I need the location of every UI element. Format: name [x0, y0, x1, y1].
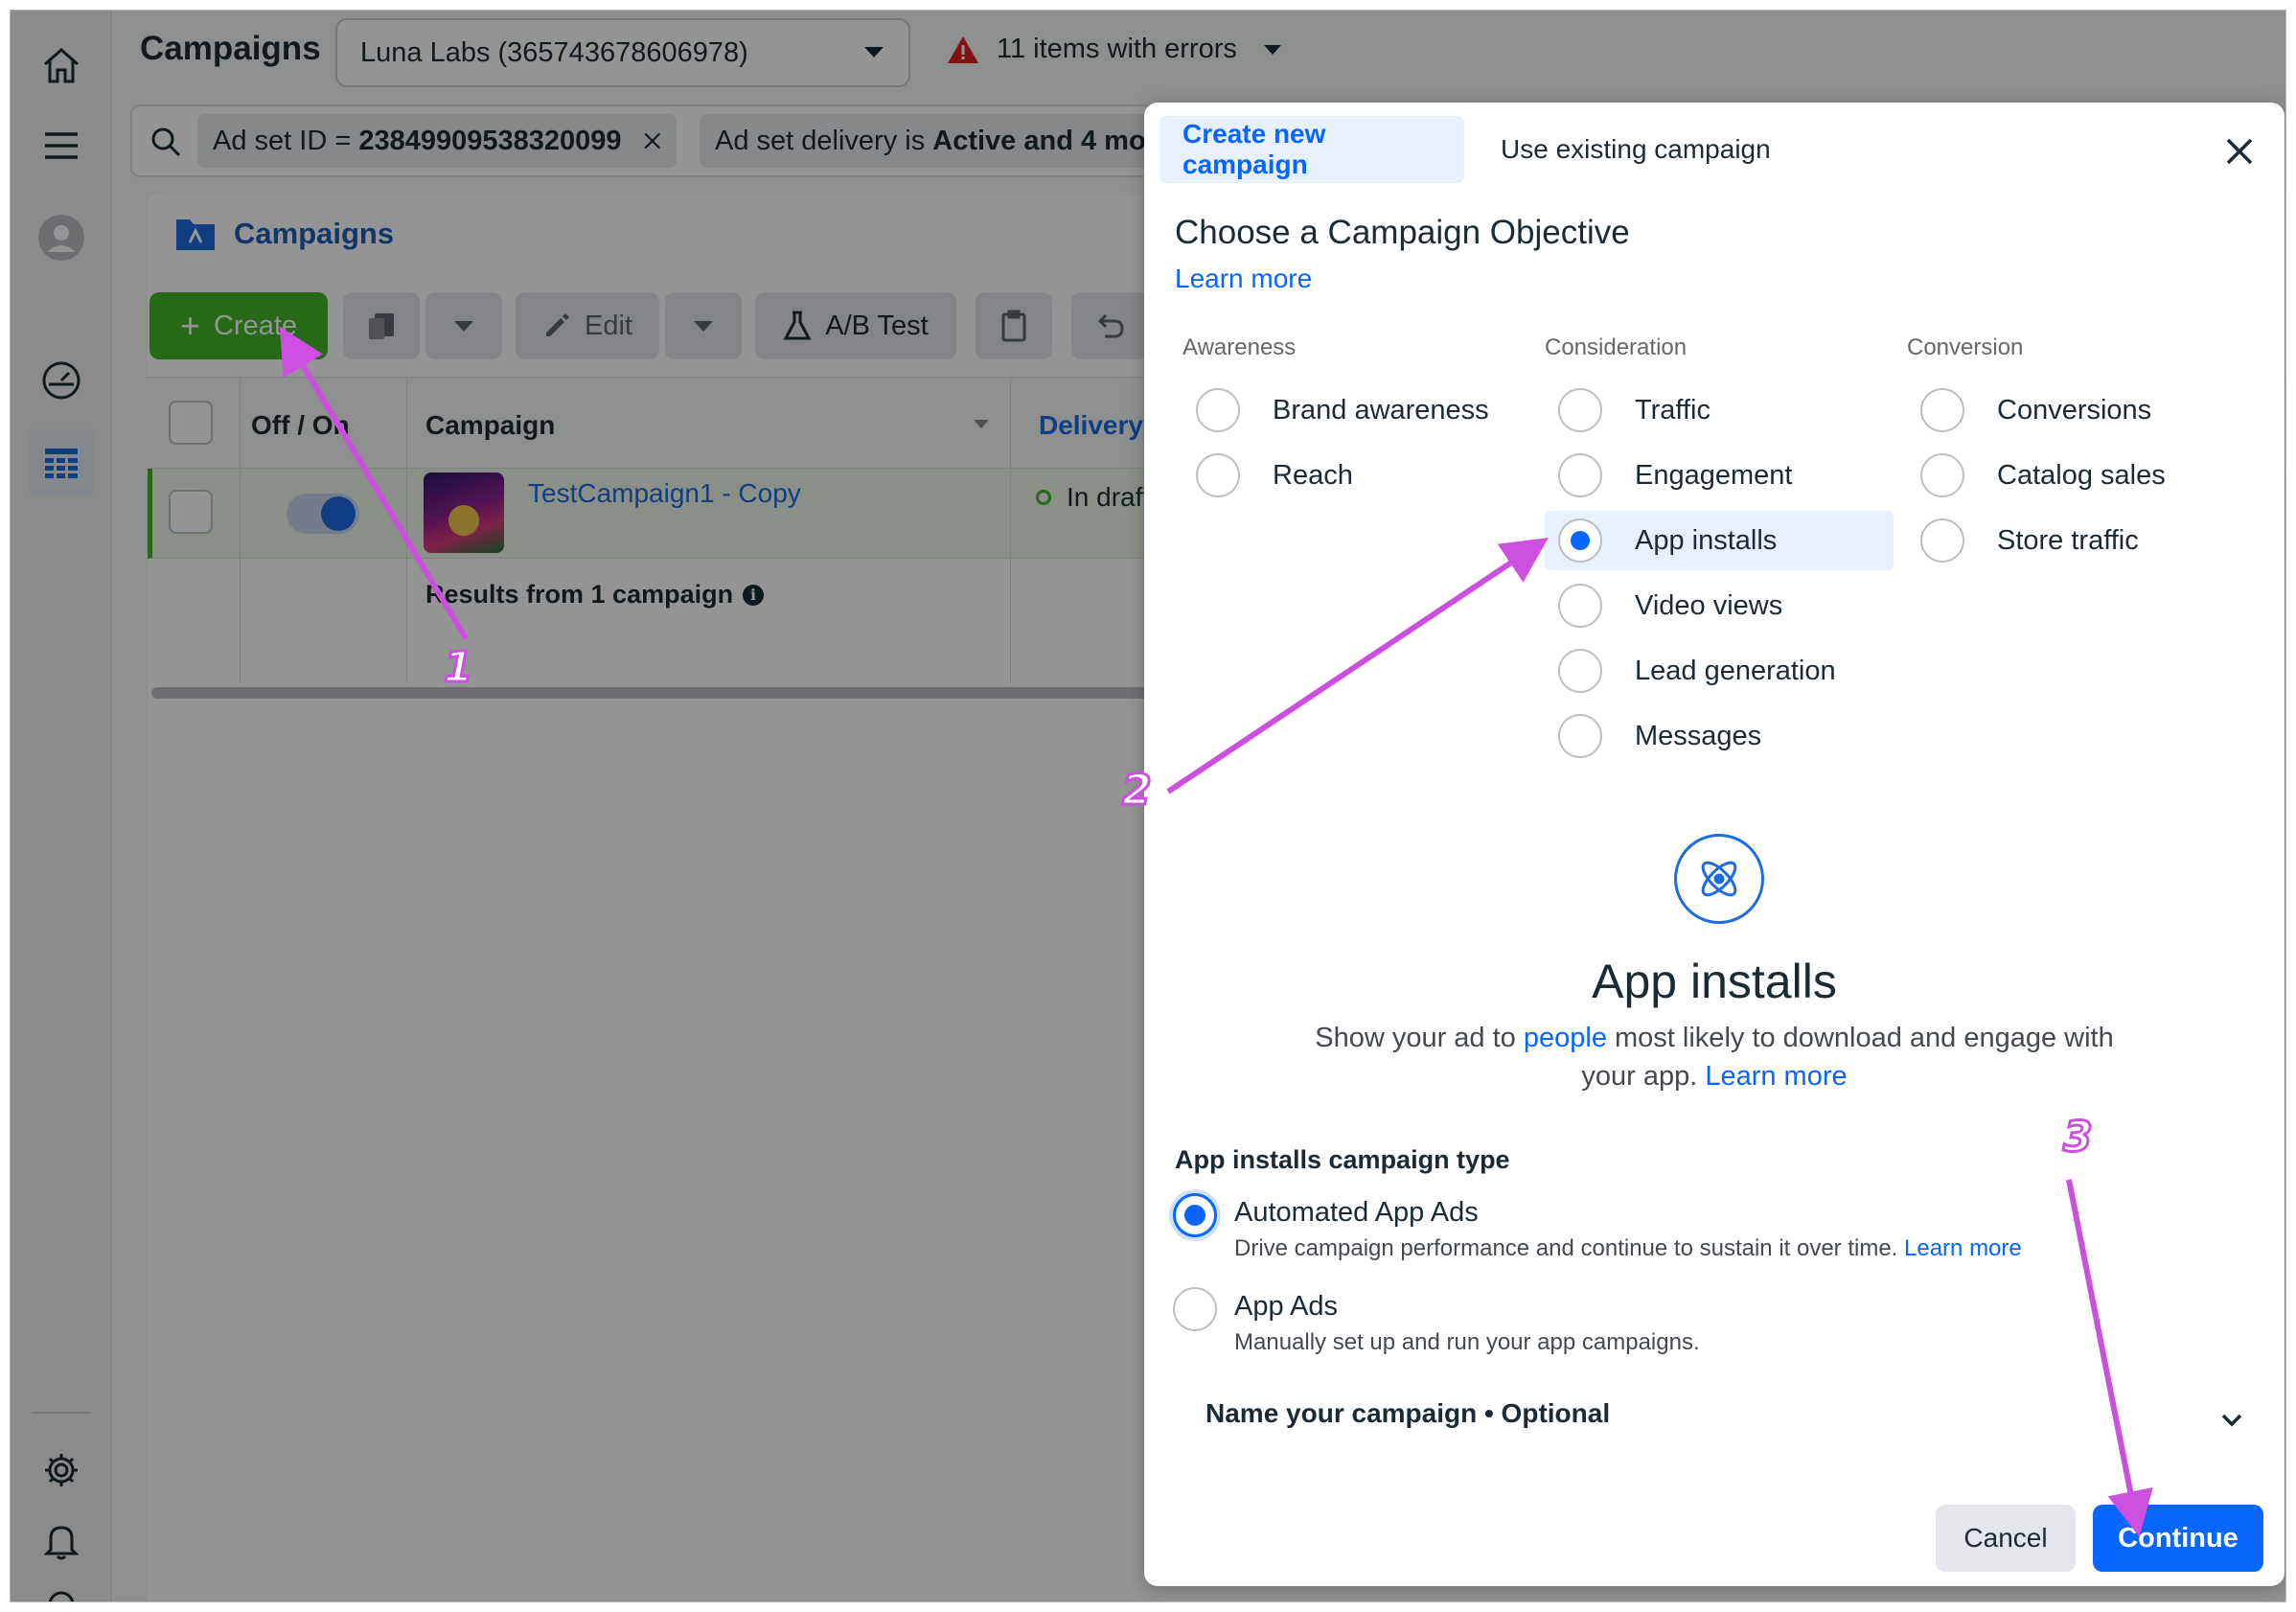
objective-app-installs[interactable]: App installs — [1545, 511, 1894, 570]
objective-label: Lead generation — [1635, 655, 1836, 686]
dialog-heading: Choose a Campaign Objective — [1175, 214, 1630, 251]
objective-brand-awareness[interactable]: Brand awareness — [1196, 380, 1522, 440]
objective-engagement[interactable]: Engagement — [1558, 446, 1884, 505]
radio-button[interactable] — [1173, 1287, 1217, 1331]
radio-button[interactable] — [1558, 388, 1602, 432]
annotation-step-1: 1 — [443, 642, 475, 694]
objective-label: Reach — [1273, 459, 1353, 491]
campaign-type-heading: App installs campaign type — [1175, 1145, 1510, 1174]
radio-button[interactable] — [1196, 453, 1240, 497]
column-header-awareness: Awareness — [1182, 334, 1297, 360]
app-installs-atom-icon — [1674, 834, 1764, 924]
objective-label: Video views — [1635, 589, 1783, 621]
objective-label: Traffic — [1635, 394, 1711, 426]
objective-label: Brand awareness — [1273, 394, 1489, 426]
radio-button-selected[interactable] — [1173, 1193, 1217, 1237]
tab-use-existing-campaign[interactable]: Use existing campaign — [1478, 116, 1794, 183]
radio-button-selected[interactable] — [1558, 518, 1602, 563]
create-campaign-dialog: Create new campaign Use existing campaig… — [1144, 103, 2285, 1586]
objective-catalog-sales[interactable]: Catalog sales — [1920, 446, 2246, 505]
annotation-step-2: 2 — [1121, 765, 1154, 817]
annotation-step-3: 3 — [2062, 1112, 2095, 1163]
radio-button[interactable] — [1558, 649, 1602, 693]
campaign-type-label: Automated App Ads — [1234, 1197, 1479, 1228]
radio-button[interactable] — [1920, 388, 1964, 432]
objective-label: Store traffic — [1997, 524, 2139, 556]
objective-reach[interactable]: Reach — [1196, 446, 1522, 505]
learn-more-link[interactable]: Learn more — [1904, 1235, 2022, 1261]
description-text: most likely to download and engage with … — [1581, 1023, 2114, 1092]
radio-button[interactable] — [1558, 714, 1602, 758]
radio-button[interactable] — [1558, 453, 1602, 497]
description-text: Show your ad to — [1315, 1023, 1524, 1053]
radio-button[interactable] — [1196, 388, 1240, 432]
objective-video-views[interactable]: Video views — [1558, 576, 1884, 635]
radio-button[interactable] — [1920, 453, 1964, 497]
radio-button[interactable] — [1920, 518, 1964, 563]
column-header-conversion: Conversion — [1907, 334, 2024, 360]
chevron-down-icon[interactable] — [2219, 1408, 2244, 1433]
objective-messages[interactable]: Messages — [1558, 706, 1884, 766]
objective-traffic[interactable]: Traffic — [1558, 380, 1884, 440]
tab-create-new-campaign[interactable]: Create new campaign — [1159, 116, 1464, 183]
objective-lead-generation[interactable]: Lead generation — [1558, 641, 1884, 701]
campaign-type-app-ads[interactable]: App Ads Manually set up and run your app… — [1173, 1287, 1700, 1360]
learn-more-link[interactable]: Learn more — [1705, 1061, 1847, 1092]
objective-conversions[interactable]: Conversions — [1920, 380, 2246, 440]
name-campaign-section[interactable]: Name your campaign • Optional — [1205, 1398, 1610, 1429]
campaign-type-description-text: Drive campaign performance and continue … — [1234, 1235, 1905, 1261]
column-header-consideration: Consideration — [1545, 334, 1688, 360]
learn-more-link[interactable]: Learn more — [1175, 264, 1312, 294]
people-link[interactable]: people — [1524, 1023, 1607, 1053]
radio-button[interactable] — [1558, 584, 1602, 628]
objective-store-traffic[interactable]: Store traffic — [1920, 511, 2246, 570]
objective-label: Conversions — [1997, 394, 2152, 426]
objective-label: Engagement — [1635, 459, 1793, 491]
screenshot-frame: Campaigns Luna Labs (365743678606978) 11… — [10, 10, 2286, 1602]
campaign-type-label: App Ads — [1234, 1291, 1339, 1322]
campaign-type-description: Drive campaign performance and continue … — [1234, 1232, 2022, 1266]
objective-label: Messages — [1635, 720, 1762, 751]
campaign-type-description: Manually set up and run your app campaig… — [1234, 1329, 1700, 1355]
campaign-type-automated-app-ads[interactable]: Automated App Ads Drive campaign perform… — [1173, 1193, 2022, 1266]
objective-detail-description: Show your ad to people most likely to do… — [1288, 1019, 2141, 1095]
continue-button[interactable]: Continue — [2093, 1505, 2263, 1572]
objective-detail-title: App installs — [1592, 955, 1837, 1008]
objective-label: App installs — [1635, 524, 1778, 556]
cancel-button[interactable]: Cancel — [1936, 1505, 2076, 1572]
close-icon[interactable] — [2223, 135, 2256, 168]
objective-label: Catalog sales — [1997, 459, 2166, 491]
